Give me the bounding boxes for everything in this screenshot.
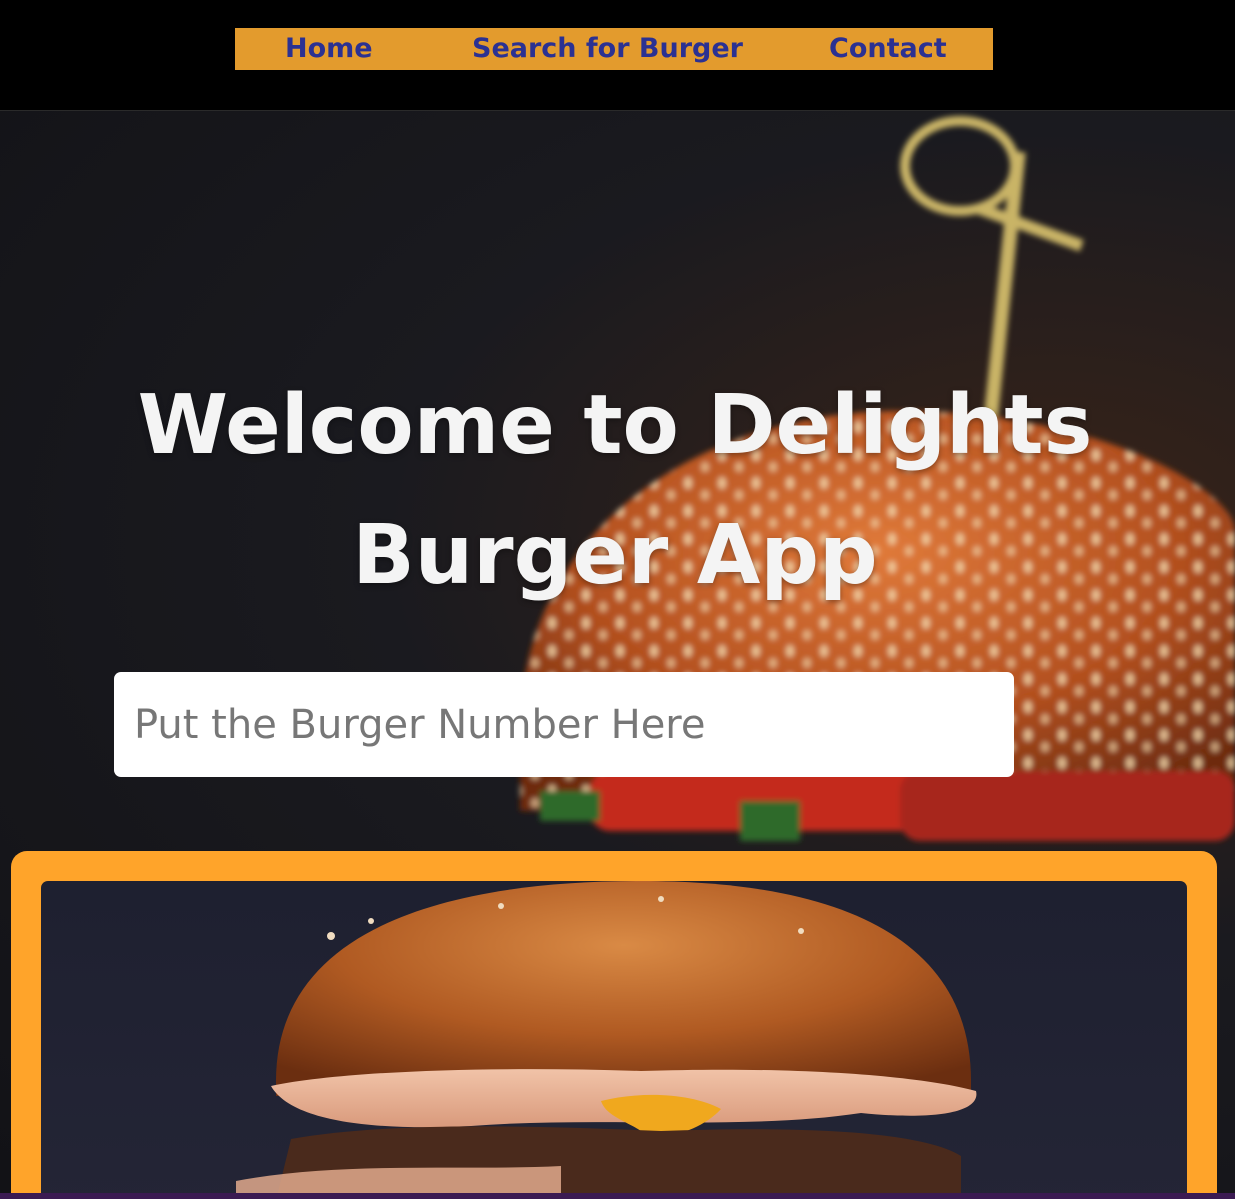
nav-search-link[interactable]: Search for Burger <box>472 28 743 70</box>
burger-card <box>11 851 1217 1193</box>
burger-image <box>41 881 1187 1193</box>
hero-section: Welcome to Delights Burger App <box>0 111 1235 1193</box>
burger-number-input[interactable] <box>114 672 1014 777</box>
burger-illustration <box>236 881 977 1193</box>
top-bar: Home Search for Burger Contact <box>0 0 1235 111</box>
nav-contact-link[interactable]: Contact <box>829 28 947 70</box>
hero-title: Welcome to Delights Burger App <box>137 378 1093 603</box>
bottom-strip <box>0 1193 1235 1199</box>
main-nav: Home Search for Burger Contact <box>235 28 993 70</box>
nav-home-link[interactable]: Home <box>285 28 373 70</box>
